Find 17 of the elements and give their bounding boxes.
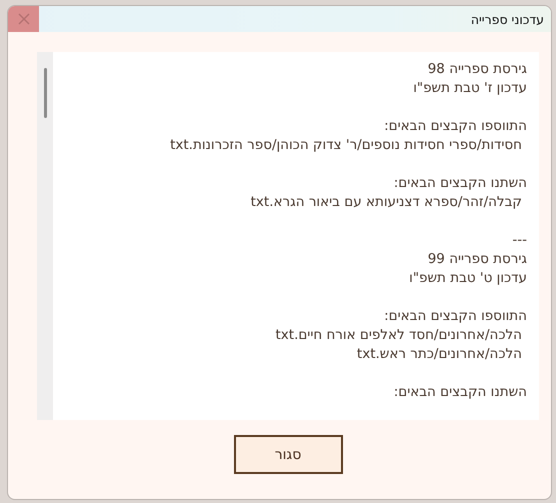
window-title: עדכוני ספרייה (470, 12, 545, 26)
text-line: השתנו הקבצים הבאים: (392, 383, 527, 402)
text-line: עדכון ט' טבת תשפ"ו (408, 269, 527, 288)
file-path: הלכה/אחרונים/כתר ראש.txt (356, 345, 523, 364)
text-line: גירסת ספרייה 99 (426, 250, 527, 269)
close-icon (18, 13, 30, 25)
text-line: התווספו הקבצים הבאים: (383, 307, 527, 326)
file-path: קבלה/זהר/ספרא דצניעותא עם ביאור הגרא.txt (250, 193, 523, 212)
text-line: --- (511, 231, 527, 250)
text-line: השתנו הקבצים הבאים: (392, 174, 527, 193)
close-button[interactable]: סגור (234, 435, 342, 474)
file-path: הלכה/אחרונים/חסד לאלפים אורח חיים.txt (274, 326, 523, 345)
scrollbar[interactable] (37, 52, 53, 420)
text-line: גירסת ספרייה 98 (426, 60, 527, 79)
text-line: התווספו הקבצים הבאים: (383, 117, 527, 136)
file-path: חסידות/ספרי חסידות נוספים/ר' צדוק הכוהן/ספר הזכרונות.txt (169, 136, 523, 155)
text-line: עדכון ז' טבת תשפ"ו (412, 79, 527, 98)
